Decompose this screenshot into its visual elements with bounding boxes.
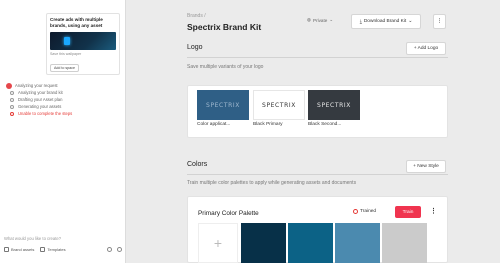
logo-card[interactable]: SPECTRIX Color applicat... [197, 90, 249, 132]
step-label: Analyzing your request [15, 83, 58, 88]
page-title: Spectrix Brand Kit [187, 22, 262, 32]
promo-title: Create ads with multiple brands, using a… [50, 17, 103, 28]
palette-more-button[interactable]: ⋮ [430, 207, 437, 215]
step-label: Drafting your Asset plan [18, 97, 63, 102]
colors-section-title: Colors [187, 161, 208, 168]
visibility-dropdown[interactable]: ◍ Private ⌄ [307, 17, 333, 23]
send-icon[interactable] [117, 247, 122, 252]
attach-icon[interactable] [107, 247, 112, 252]
color-palette-card: Primary Color Palette Trained Train ⋮ + [187, 196, 448, 263]
breadcrumb[interactable]: Brands / [187, 13, 206, 19]
promo-card[interactable]: Create ads with multiple brands, using a… [46, 13, 120, 75]
step-circle-icon [10, 90, 14, 95]
more-options-button[interactable]: ⋮ [433, 14, 446, 29]
color-swatch[interactable] [288, 223, 333, 263]
logo-label: Black Second... [308, 122, 342, 127]
logo-preview: SPECTRIX [197, 90, 249, 120]
step-item-error: Unable to complete the steps [6, 110, 72, 117]
logo-card[interactable]: SPECTRIX Black Primary [253, 90, 305, 132]
visibility-label: Private [313, 17, 328, 23]
divider [187, 57, 448, 58]
download-icon: ⤓ [359, 19, 362, 25]
assistant-avatar [6, 82, 12, 89]
step-circle-icon [10, 104, 14, 109]
download-label: Download Brand Kit [363, 19, 407, 24]
brand-kit-main: Brands / Spectrix Brand Kit ◍ Private ⌄ … [126, 0, 500, 263]
chat-input-area: What would you like to create? Brand ass… [4, 236, 122, 258]
palette-title: Primary Color Palette [198, 210, 259, 217]
step-circle-icon [10, 97, 14, 102]
color-swatch[interactable] [382, 223, 427, 263]
logo-section-title: Logo [187, 44, 203, 51]
chat-input[interactable]: What would you like to create? [4, 236, 122, 241]
templates-chip[interactable]: Templates [40, 247, 66, 252]
color-swatch[interactable] [241, 223, 286, 263]
train-button[interactable]: Train [395, 206, 421, 218]
error-circle-icon [10, 111, 14, 116]
trained-label: Trained [360, 209, 377, 214]
logo-label: Black Primary [253, 122, 283, 127]
step-item: Drafting your Asset plan [6, 96, 72, 103]
chevron-down-icon: ⌄ [329, 17, 334, 22]
step-item: Analyzing your request [6, 82, 72, 89]
divider [187, 174, 448, 175]
plus-icon: + [213, 235, 223, 251]
chat-panel: Create ads with multiple brands, using a… [0, 0, 126, 263]
step-item: Analyzing your brand kit [6, 89, 72, 96]
logo-gallery: SPECTRIX Color applicat... SPECTRIX Blac… [187, 85, 448, 138]
promo-caption: Save this wallpaper [50, 52, 82, 56]
promo-image [50, 32, 116, 50]
logo-preview: SPECTRIX [308, 90, 360, 120]
colors-section-description: Train multiple color palettes to apply w… [187, 180, 357, 186]
progress-steps: Analyzing your request Analyzing your br… [6, 82, 72, 117]
check-circle-icon [353, 209, 358, 214]
folder-icon [4, 247, 9, 252]
chevron-down-icon: ⌄ [408, 19, 413, 24]
new-style-button[interactable]: + New Style [406, 160, 446, 173]
add-color-button[interactable]: + [198, 223, 238, 263]
add-logo-button[interactable]: + Add Logo [406, 42, 446, 55]
logo-section-description: Save multiple variants of your logo [187, 64, 264, 70]
color-swatch[interactable] [335, 223, 380, 263]
step-label: Unable to complete the steps [18, 111, 73, 116]
step-label: Analyzing your brand kit [18, 90, 63, 95]
step-item: Generating your assets [6, 103, 72, 110]
promo-add-button[interactable]: Add to space [50, 64, 79, 72]
globe-icon: ◍ [307, 17, 312, 22]
logo-label: Color applicat... [197, 122, 231, 127]
chip-label: Brand assets [11, 247, 35, 252]
template-icon [40, 247, 46, 252]
download-brand-kit-button[interactable]: ⤓ Download Brand Kit ⌄ [351, 14, 421, 29]
logo-card[interactable]: SPECTRIX Black Second... [308, 90, 360, 132]
brand-assets-chip[interactable]: Brand assets [4, 247, 34, 252]
logo-preview: SPECTRIX [253, 90, 305, 120]
chip-label: Templates [47, 247, 66, 252]
trained-status: Trained [353, 209, 376, 214]
step-label: Generating your assets [18, 104, 62, 109]
